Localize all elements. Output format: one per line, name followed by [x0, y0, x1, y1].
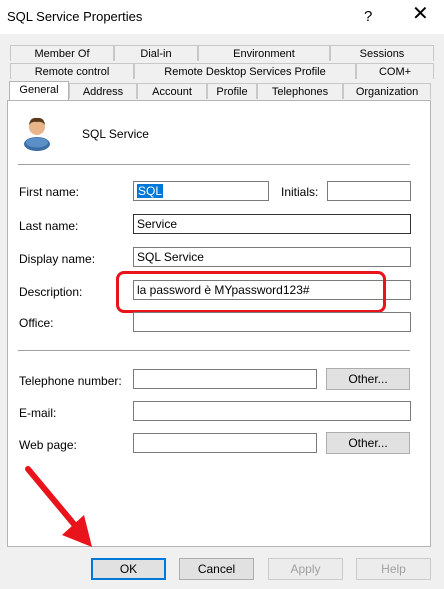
separator	[18, 164, 410, 165]
title-bar: SQL Service Properties ? ✕	[0, 0, 444, 34]
webpage-label: Web page:	[19, 438, 77, 452]
separator	[18, 350, 410, 351]
telephone-field[interactable]	[133, 369, 317, 389]
email-field[interactable]	[133, 401, 411, 421]
tab-profile[interactable]: Profile	[207, 83, 257, 99]
display-name-field[interactable]: SQL Service	[133, 247, 411, 267]
tab-sessions[interactable]: Sessions	[330, 45, 434, 61]
tab-com-plus[interactable]: COM+	[356, 63, 434, 79]
apply-button[interactable]: Apply	[268, 558, 343, 580]
email-label: E-mail:	[19, 406, 57, 420]
initials-field[interactable]	[327, 181, 411, 201]
tab-environment[interactable]: Environment	[198, 45, 330, 61]
initials-label: Initials:	[281, 185, 319, 199]
tab-address[interactable]: Address	[69, 83, 137, 99]
tab-account[interactable]: Account	[137, 83, 207, 99]
last-name-field[interactable]: Service	[133, 214, 411, 234]
webpage-other-button[interactable]: Other...	[326, 432, 410, 454]
tab-organization[interactable]: Organization	[343, 83, 431, 99]
office-field[interactable]	[133, 312, 411, 332]
user-icon	[24, 117, 50, 151]
display-name-label: Display name:	[19, 252, 96, 266]
telephone-other-button[interactable]: Other...	[326, 368, 410, 390]
tab-remote-control[interactable]: Remote control	[10, 63, 134, 79]
close-icon[interactable]: ✕	[412, 4, 429, 24]
red-arrow-annotation	[25, 466, 92, 547]
office-label: Office:	[19, 316, 54, 330]
webpage-field[interactable]	[133, 433, 317, 453]
window-title: SQL Service Properties	[7, 9, 143, 24]
help-icon[interactable]: ?	[364, 8, 372, 25]
description-label: Description:	[19, 285, 83, 299]
ok-button[interactable]: OK	[91, 558, 166, 580]
tab-dial-in[interactable]: Dial-in	[114, 45, 198, 61]
user-display-header: SQL Service	[82, 127, 149, 141]
cancel-button[interactable]: Cancel	[179, 558, 254, 580]
last-name-label: Last name:	[19, 219, 79, 233]
telephone-label: Telephone number:	[19, 374, 122, 388]
tab-telephones[interactable]: Telephones	[257, 83, 343, 99]
tab-general[interactable]: General	[9, 81, 69, 100]
red-highlight-annotation	[116, 271, 386, 313]
first-name-value: SQL	[137, 184, 164, 198]
tab-rds-profile[interactable]: Remote Desktop Services Profile	[134, 63, 356, 79]
first-name-label: First name:	[19, 185, 80, 199]
help-button[interactable]: Help	[356, 558, 431, 580]
first-name-field[interactable]: SQL	[133, 181, 269, 201]
tab-member-of[interactable]: Member Of	[10, 45, 114, 61]
